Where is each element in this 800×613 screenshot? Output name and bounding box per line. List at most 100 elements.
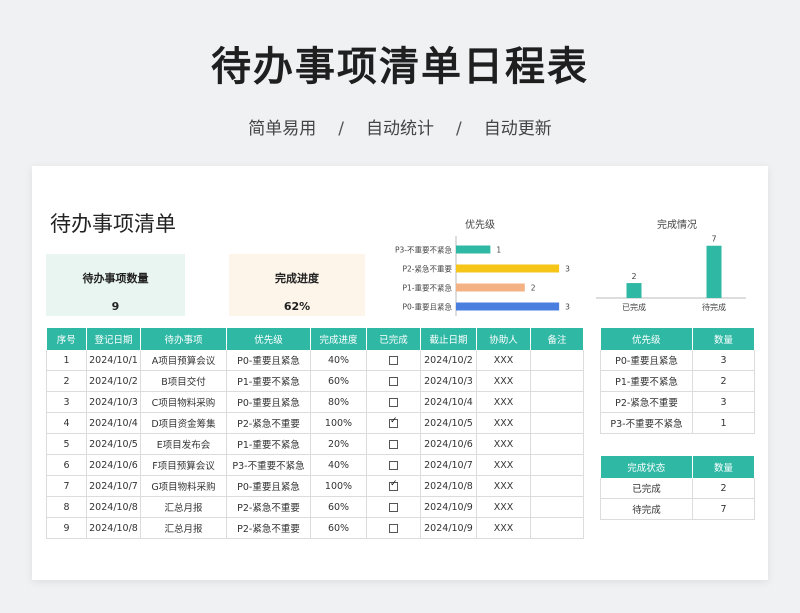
priority-table-cell[interactable]: P1-重要不紧急	[600, 370, 693, 392]
todo-table-cell[interactable]: P3-不重要不紧急	[226, 454, 311, 476]
completed-checkbox[interactable]	[366, 370, 421, 392]
todo-table-cell[interactable]: 3	[46, 391, 87, 413]
todo-table-cell[interactable]: 2024/10/2	[420, 350, 477, 371]
todo-table-cell[interactable]: P1-重要不紧急	[226, 370, 311, 392]
unchecked-box-icon[interactable]	[389, 523, 398, 533]
todo-table-cell[interactable]: 2024/10/7	[86, 475, 141, 497]
todo-table-cell[interactable]: 100%	[310, 412, 367, 434]
todo-table-cell[interactable]: 2	[46, 370, 87, 392]
todo-table-cell[interactable]: F项目预算会议	[140, 454, 227, 476]
todo-table-cell[interactable]: XXX	[476, 454, 531, 476]
completed-checkbox[interactable]	[366, 412, 421, 434]
todo-table-cell[interactable]: D项目资金筹集	[140, 412, 227, 434]
todo-table-cell[interactable]: XXX	[476, 475, 531, 497]
todo-table-cell[interactable]: 2024/10/8	[86, 517, 141, 539]
todo-table-cell[interactable]: XXX	[476, 370, 531, 392]
todo-table-cell[interactable]: 1	[46, 350, 87, 371]
todo-table-cell[interactable]: 2024/10/4	[420, 391, 477, 413]
todo-table-cell[interactable]: P0-重要且紧急	[226, 391, 311, 413]
todo-table-cell[interactable]: 7	[46, 475, 87, 497]
todo-table-cell[interactable]: 2024/10/6	[86, 454, 141, 476]
todo-table-cell[interactable]: G项目物料采购	[140, 475, 227, 497]
todo-table-cell[interactable]: 6	[46, 454, 87, 476]
todo-table-cell[interactable]: 5	[46, 433, 87, 455]
todo-table-cell[interactable]: 2024/10/1	[86, 350, 141, 371]
todo-table-cell[interactable]: XXX	[476, 517, 531, 539]
unchecked-box-icon[interactable]	[389, 502, 398, 512]
todo-table-cell[interactable]: 2024/10/7	[420, 454, 477, 476]
status-table-cell[interactable]: 2	[692, 478, 755, 499]
todo-table-cell[interactable]: XXX	[476, 391, 531, 413]
todo-table-cell[interactable]: P2-紧急不重要	[226, 412, 311, 434]
todo-table-cell[interactable]	[530, 496, 584, 518]
todo-table-cell[interactable]: P1-重要不紧急	[226, 433, 311, 455]
todo-table-cell[interactable]: 80%	[310, 391, 367, 413]
todo-table-cell[interactable]: XXX	[476, 496, 531, 518]
todo-table-cell[interactable]: 2024/10/8	[420, 475, 477, 497]
completed-checkbox[interactable]	[366, 496, 421, 518]
unchecked-box-icon[interactable]	[389, 355, 398, 365]
todo-table-cell[interactable]: P0-重要且紧急	[226, 475, 311, 497]
todo-table-cell[interactable]: 40%	[310, 350, 367, 371]
status-table-cell[interactable]: 已完成	[600, 478, 693, 499]
todo-table-cell[interactable]: 60%	[310, 517, 367, 539]
todo-table-cell[interactable]: 100%	[310, 475, 367, 497]
completed-checkbox[interactable]	[366, 517, 421, 539]
todo-table-cell[interactable]: 汇总月报	[140, 496, 227, 518]
todo-table-cell[interactable]	[530, 412, 584, 434]
priority-table-cell[interactable]: P2-紧急不重要	[600, 391, 693, 413]
todo-table-cell[interactable]: E项目发布会	[140, 433, 227, 455]
todo-table-cell[interactable]: 2024/10/9	[420, 517, 477, 539]
todo-table-cell[interactable]	[530, 433, 584, 455]
todo-table-cell[interactable]	[530, 391, 584, 413]
todo-table-cell[interactable]: 9	[46, 517, 87, 539]
todo-table-cell[interactable]	[530, 350, 584, 371]
todo-table-cell[interactable]: P2-紧急不重要	[226, 517, 311, 539]
unchecked-box-icon[interactable]	[389, 376, 398, 386]
todo-table-cell[interactable]: XXX	[476, 433, 531, 455]
todo-table-cell[interactable]: 2024/10/8	[86, 496, 141, 518]
todo-table-cell[interactable]: XXX	[476, 350, 531, 371]
todo-table-cell[interactable]: 2024/10/9	[420, 496, 477, 518]
todo-table-cell[interactable]: 4	[46, 412, 87, 434]
todo-table-cell[interactable]: P2-紧急不重要	[226, 496, 311, 518]
todo-table-cell[interactable]: 20%	[310, 433, 367, 455]
status-table-cell[interactable]: 7	[692, 498, 755, 520]
todo-table-cell[interactable]	[530, 475, 584, 497]
todo-table-cell[interactable]: 2024/10/6	[420, 433, 477, 455]
todo-table-cell[interactable]: 2024/10/2	[86, 370, 141, 392]
completed-checkbox[interactable]	[366, 391, 421, 413]
unchecked-box-icon[interactable]	[389, 439, 398, 449]
priority-table-cell[interactable]: P3-不重要不紧急	[600, 412, 693, 434]
completed-checkbox[interactable]	[366, 433, 421, 455]
todo-table-cell[interactable]: 60%	[310, 496, 367, 518]
todo-table-cell[interactable]: P0-重要且紧急	[226, 350, 311, 371]
priority-table-cell[interactable]: 2	[692, 370, 755, 392]
priority-table-cell[interactable]: 3	[692, 391, 755, 413]
todo-table-cell[interactable]: 2024/10/5	[420, 412, 477, 434]
todo-table-cell[interactable]: 8	[46, 496, 87, 518]
todo-table-cell[interactable]: C项目物料采购	[140, 391, 227, 413]
todo-table-cell[interactable]: 2024/10/3	[86, 391, 141, 413]
completed-checkbox[interactable]	[366, 350, 421, 371]
todo-table-cell[interactable]: A项目预算会议	[140, 350, 227, 371]
checked-box-icon[interactable]	[389, 481, 398, 491]
status-table-cell[interactable]: 待完成	[600, 498, 693, 520]
todo-table-cell[interactable]	[530, 517, 584, 539]
priority-table-cell[interactable]: 3	[692, 350, 755, 371]
checked-box-icon[interactable]	[389, 418, 398, 428]
todo-table-cell[interactable]: XXX	[476, 412, 531, 434]
completed-checkbox[interactable]	[366, 454, 421, 476]
priority-table-cell[interactable]: P0-重要且紧急	[600, 350, 693, 371]
todo-table-cell[interactable]: 60%	[310, 370, 367, 392]
todo-table-cell[interactable]: 2024/10/4	[86, 412, 141, 434]
priority-table-cell[interactable]: 1	[692, 412, 755, 434]
todo-table-cell[interactable]: B项目交付	[140, 370, 227, 392]
todo-table-cell[interactable]: 汇总月报	[140, 517, 227, 539]
unchecked-box-icon[interactable]	[389, 397, 398, 407]
todo-table-cell[interactable]: 2024/10/3	[420, 370, 477, 392]
todo-table-cell[interactable]	[530, 454, 584, 476]
todo-table-cell[interactable]: 40%	[310, 454, 367, 476]
todo-table-cell[interactable]	[530, 370, 584, 392]
completed-checkbox[interactable]	[366, 475, 421, 497]
